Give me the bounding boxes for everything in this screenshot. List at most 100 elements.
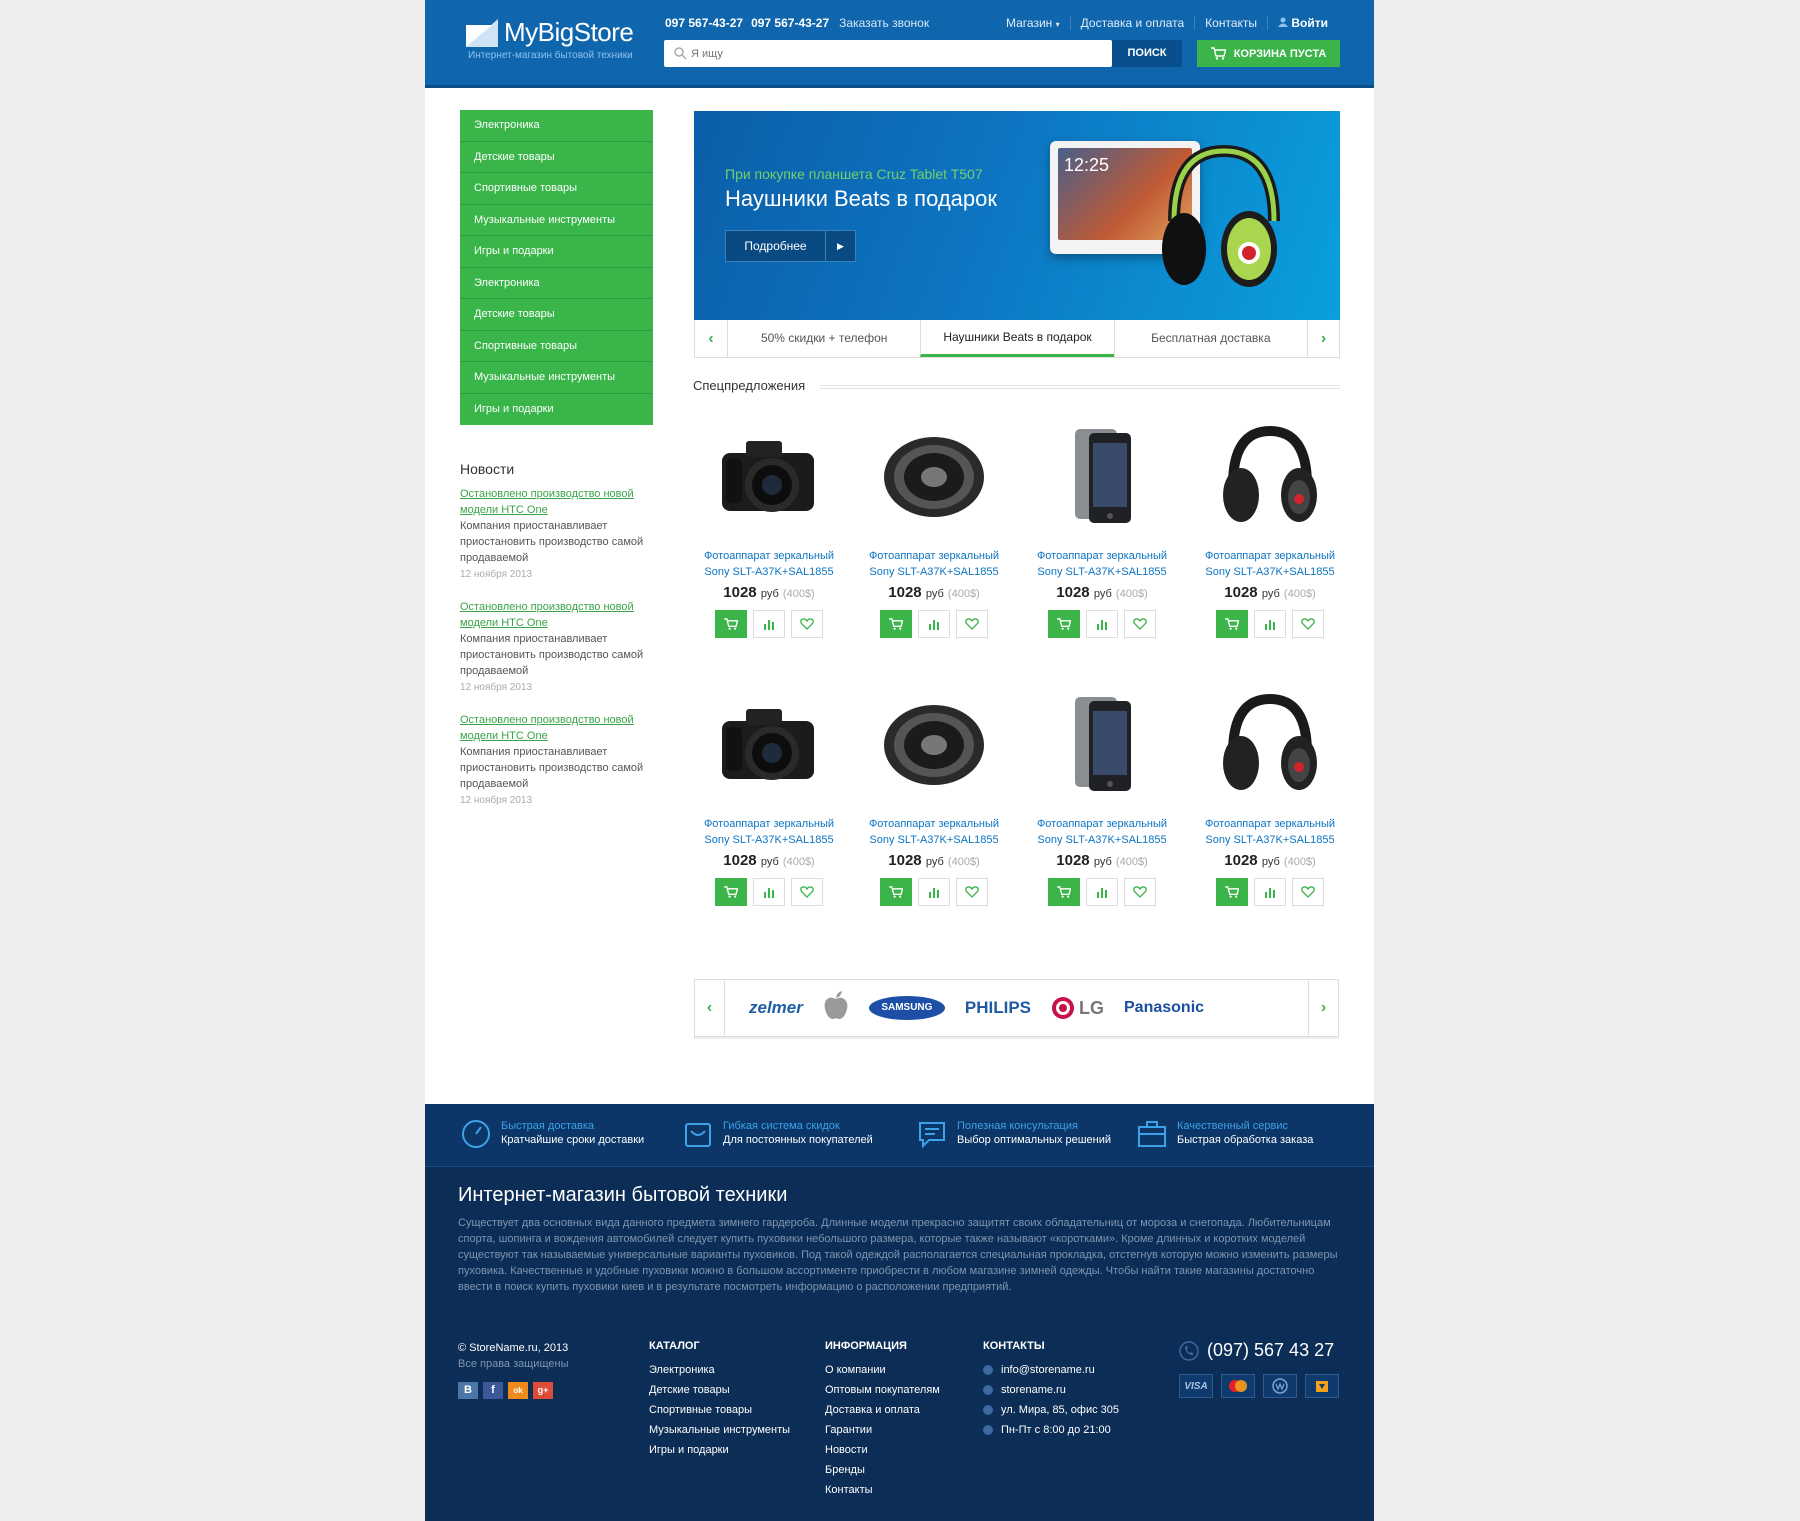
compare-button[interactable] — [753, 878, 785, 906]
footer-link[interactable]: Игры и подарки — [649, 1440, 790, 1460]
camera-image[interactable] — [694, 693, 844, 808]
product-name[interactable]: Фотоаппарат зеркальный Sony SLT-A37K+SAL… — [1195, 548, 1345, 580]
wishlist-button[interactable] — [791, 878, 823, 906]
footer-link[interactable]: Детские товары — [649, 1380, 790, 1400]
compare-button[interactable] — [1254, 878, 1286, 906]
search-input[interactable] — [691, 40, 1101, 67]
product-card[interactable]: Фотоаппарат зеркальный Sony SLT-A37K+SAL… — [1195, 425, 1345, 638]
brand-panasonic[interactable]: Panasonic — [1124, 999, 1204, 1017]
footer-link[interactable]: Новости — [825, 1440, 940, 1460]
footer-link[interactable]: Доставка и оплата — [825, 1400, 940, 1420]
category-item[interactable]: Детские товары — [460, 142, 653, 173]
footer-link[interactable]: Электроника — [649, 1360, 790, 1380]
category-item[interactable]: Музыкальные инструменты — [460, 362, 653, 394]
phone-number[interactable]: 097 567-43-27 — [751, 16, 829, 30]
product-card[interactable]: Фотоаппарат зеркальный Sony SLT-A37K+SAL… — [1027, 693, 1177, 906]
category-item[interactable]: Музыкальные инструменты — [460, 205, 653, 236]
product-name[interactable]: Фотоаппарат зеркальный Sony SLT-A37K+SAL… — [694, 548, 844, 580]
add-to-cart-button[interactable] — [880, 878, 912, 906]
login-link[interactable]: Войти — [1267, 16, 1338, 30]
footer-link[interactable]: Контакты — [825, 1480, 940, 1500]
callback-link[interactable]: Заказать звонок — [839, 16, 929, 30]
product-name[interactable]: Фотоаппарат зеркальный Sony SLT-A37K+SAL… — [859, 548, 1009, 580]
product-card[interactable]: Фотоаппарат зеркальный Sony SLT-A37K+SAL… — [859, 693, 1009, 906]
product-card[interactable]: Фотоаппарат зеркальный Sony SLT-A37K+SAL… — [1195, 693, 1345, 906]
product-name[interactable]: Фотоаппарат зеркальный Sony SLT-A37K+SAL… — [694, 816, 844, 848]
search-button[interactable]: ПОИСК — [1112, 40, 1182, 67]
speaker-image[interactable] — [859, 693, 1009, 808]
category-item[interactable]: Спортивные товары — [460, 331, 653, 362]
add-to-cart-button[interactable] — [880, 610, 912, 638]
chevron-left-icon[interactable]: ‹ — [695, 980, 725, 1036]
footer-link[interactable]: Бренды — [825, 1460, 940, 1480]
compare-button[interactable] — [918, 878, 950, 906]
chevron-right-icon[interactable]: › — [1308, 980, 1338, 1036]
speaker-image[interactable] — [859, 425, 1009, 540]
odnoklassniki-icon[interactable]: ok — [508, 1382, 528, 1399]
contact-email[interactable]: info@storename.ru — [983, 1360, 1119, 1380]
add-to-cart-button[interactable] — [1216, 878, 1248, 906]
news-link[interactable]: Остановлено производство новой модели HT… — [460, 486, 660, 518]
category-item[interactable]: Спортивные товары — [460, 173, 653, 205]
compare-button[interactable] — [1086, 610, 1118, 638]
cart-button[interactable]: КОРЗИНА ПУСТА — [1197, 40, 1340, 67]
news-link[interactable]: Остановлено производство новой модели HT… — [460, 712, 660, 744]
footer-link[interactable]: Гарантии — [825, 1420, 940, 1440]
banner-tab-active[interactable]: Наушники Beats в подарок — [920, 320, 1114, 357]
add-to-cart-button[interactable] — [715, 610, 747, 638]
chevron-left-icon[interactable]: ‹ — [695, 320, 727, 357]
phone-image[interactable] — [1027, 425, 1177, 540]
product-name[interactable]: Фотоаппарат зеркальный Sony SLT-A37K+SAL… — [1195, 816, 1345, 848]
apple-logo-icon[interactable] — [823, 990, 849, 1026]
product-name[interactable]: Фотоаппарат зеркальный Sony SLT-A37K+SAL… — [1027, 816, 1177, 848]
footer-link[interactable]: Оптовым покупателям — [825, 1380, 940, 1400]
add-to-cart-button[interactable] — [1048, 610, 1080, 638]
headphones-image[interactable] — [1195, 425, 1345, 540]
banner-more-button[interactable]: Подробнее ▶ — [725, 230, 856, 262]
category-item[interactable]: Игры и подарки — [460, 394, 653, 426]
category-item[interactable]: Игры и подарки — [460, 236, 653, 268]
wishlist-button[interactable] — [956, 878, 988, 906]
footer-link[interactable]: Спортивные товары — [649, 1400, 790, 1420]
phone-number[interactable]: 097 567-43-27 — [665, 16, 743, 30]
brand-philips[interactable]: PHILIPS — [965, 998, 1031, 1018]
product-name[interactable]: Фотоаппарат зеркальный Sony SLT-A37K+SAL… — [859, 816, 1009, 848]
compare-button[interactable] — [918, 610, 950, 638]
product-card[interactable]: Фотоаппарат зеркальный Sony SLT-A37K+SAL… — [859, 425, 1009, 638]
chevron-right-icon[interactable]: › — [1306, 320, 1339, 357]
category-item[interactable]: Электроника — [460, 268, 653, 299]
vk-icon[interactable]: B — [458, 1382, 478, 1399]
add-to-cart-button[interactable] — [715, 878, 747, 906]
phone-image[interactable] — [1027, 693, 1177, 808]
brand-lg[interactable]: LG — [1051, 996, 1104, 1020]
product-name[interactable]: Фотоаппарат зеркальный Sony SLT-A37K+SAL… — [1027, 548, 1177, 580]
wishlist-button[interactable] — [956, 610, 988, 638]
camera-image[interactable] — [694, 425, 844, 540]
wishlist-button[interactable] — [1292, 610, 1324, 638]
wishlist-button[interactable] — [791, 610, 823, 638]
wishlist-button[interactable] — [1292, 878, 1324, 906]
headphones-image[interactable] — [1195, 693, 1345, 808]
wishlist-button[interactable] — [1124, 878, 1156, 906]
add-to-cart-button[interactable] — [1048, 878, 1080, 906]
compare-button[interactable] — [1254, 610, 1286, 638]
facebook-icon[interactable]: f — [483, 1382, 503, 1399]
category-item[interactable]: Детские товары — [460, 299, 653, 331]
logo[interactable]: MyBigStore — [466, 17, 634, 48]
product-card[interactable]: Фотоаппарат зеркальный Sony SLT-A37K+SAL… — [694, 425, 844, 638]
category-item[interactable]: Электроника — [460, 110, 653, 142]
product-card[interactable]: Фотоаппарат зеркальный Sony SLT-A37K+SAL… — [1027, 425, 1177, 638]
news-link[interactable]: Остановлено производство новой модели HT… — [460, 599, 660, 631]
product-card[interactable]: Фотоаппарат зеркальный Sony SLT-A37K+SAL… — [694, 693, 844, 906]
add-to-cart-button[interactable] — [1216, 610, 1248, 638]
compare-button[interactable] — [753, 610, 785, 638]
footer-link[interactable]: Музыкальные инструменты — [649, 1420, 790, 1440]
nav-delivery[interactable]: Доставка и оплата — [1069, 16, 1195, 30]
nav-shop[interactable]: Магазин ▾ — [996, 16, 1070, 30]
nav-contacts[interactable]: Контакты — [1194, 16, 1267, 30]
brand-zelmer[interactable]: zelmer — [749, 998, 803, 1018]
footer-link[interactable]: О компании — [825, 1360, 940, 1380]
contact-skype[interactable]: storename.ru — [983, 1380, 1119, 1400]
wishlist-button[interactable] — [1124, 610, 1156, 638]
footer-phone[interactable]: (097) 567 43 27 — [1179, 1340, 1334, 1361]
